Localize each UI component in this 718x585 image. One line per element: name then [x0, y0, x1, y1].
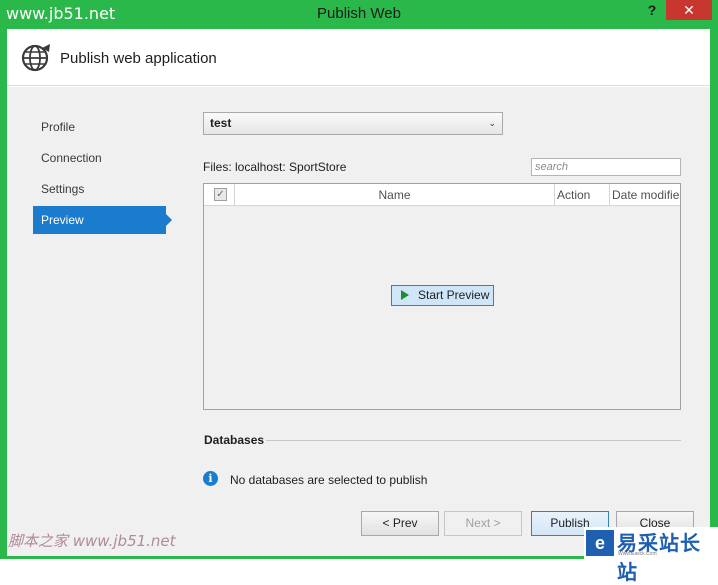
info-icon: i	[203, 471, 218, 486]
dialog-title: Publish web application	[60, 50, 217, 67]
nav-item-settings[interactable]: Settings	[33, 175, 166, 203]
wizard-nav: Profile Connection Settings Preview	[33, 113, 173, 237]
help-button[interactable]: ?	[640, 0, 664, 22]
column-date-modified[interactable]: Date modifie	[610, 184, 680, 206]
site-logo: e 易采站长站 Www.Easck.Com	[584, 527, 718, 584]
prev-button[interactable]: < Prev	[361, 511, 439, 536]
publish-web-window: www.jb51.net Publish Web ? ✕ Publish web…	[0, 0, 718, 584]
column-action[interactable]: Action	[555, 184, 610, 206]
nav-item-connection[interactable]: Connection	[33, 144, 166, 172]
nav-item-preview[interactable]: Preview	[33, 206, 172, 234]
start-preview-button[interactable]: Start Preview	[391, 285, 494, 306]
databases-message: No databases are selected to publish	[230, 473, 428, 487]
profile-select[interactable]: test ⌄	[203, 112, 503, 135]
chevron-down-icon: ⌄	[488, 118, 496, 128]
logo-mark-icon: e	[586, 530, 614, 556]
column-name[interactable]: Name	[235, 184, 555, 206]
databases-heading: Databases	[204, 433, 265, 447]
files-grid: ✓ Name Action Date modifie Start Preview	[203, 183, 681, 410]
window-close-button[interactable]: ✕	[666, 0, 712, 20]
logo-subtext: Www.Easck.Com	[618, 551, 657, 557]
select-all-checkbox[interactable]: ✓	[214, 188, 227, 201]
files-label: Files: localhost: SportStore	[203, 160, 347, 174]
search-input[interactable]	[531, 158, 681, 176]
window-title: Publish Web	[317, 5, 401, 22]
title-bar[interactable]: www.jb51.net Publish Web ? ✕	[0, 0, 718, 28]
dialog-header: Publish web application	[7, 29, 710, 86]
play-icon	[401, 290, 409, 300]
profile-select-value: test	[210, 116, 232, 130]
next-button[interactable]: Next >	[444, 511, 522, 536]
watermark-bottom-left: 脚本之家 www.jb51.net	[8, 532, 176, 550]
start-preview-label: Start Preview	[418, 288, 490, 302]
globe-publish-icon	[21, 44, 50, 72]
select-all-column: ✓	[204, 184, 235, 206]
dialog-body: Profile Connection Settings Preview test…	[7, 87, 710, 556]
grid-header: ✓ Name Action Date modifie	[204, 184, 680, 206]
nav-item-profile[interactable]: Profile	[33, 113, 166, 141]
databases-divider	[266, 440, 681, 441]
dialog-client-area: Publish web application Profile Connecti…	[7, 29, 710, 556]
